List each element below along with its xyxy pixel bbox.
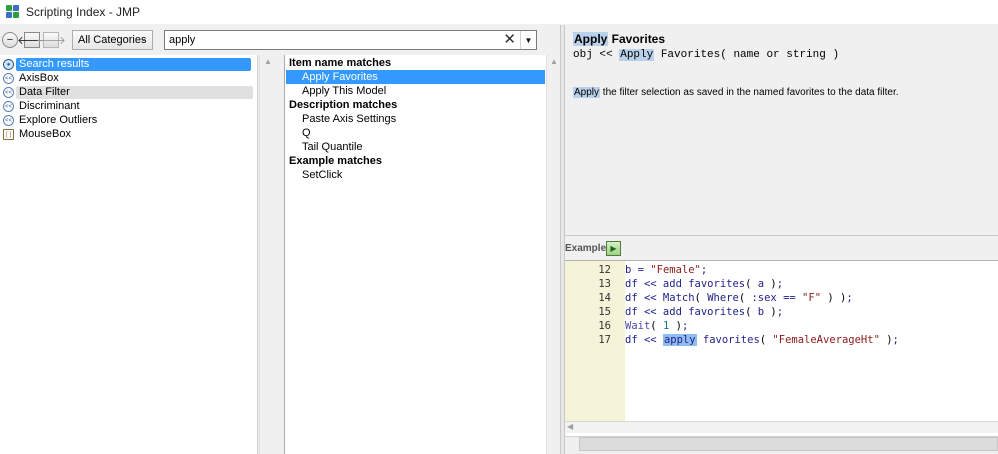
documentation-pane: Apply Favorites obj << Apply Favorites( … [565, 25, 998, 454]
doc-title: Apply Favorites [573, 32, 666, 46]
tree-item-discriminant[interactable]: << Discriminant [3, 100, 83, 113]
search-highlight: Apply [573, 87, 601, 98]
chevron-down-icon: ⌄ [139, 33, 147, 43]
example-matches-header: Example matches [289, 155, 382, 167]
line-number: 12 [598, 264, 611, 276]
output-panel [579, 437, 998, 451]
clear-icon[interactable]: ✕ [503, 31, 516, 49]
category-value: All Categories [78, 34, 147, 46]
tree-item-search-results[interactable]: ● Search results [3, 58, 251, 71]
tree-item-label: Discriminant [19, 100, 80, 112]
arrow-right-icon: 🡒 [36, 35, 66, 47]
line-number: 13 [598, 278, 611, 290]
tree-item-label: Data Filter [16, 86, 253, 99]
code-line: b = "Female"; [625, 264, 708, 276]
search-results-icon: ● [3, 59, 14, 70]
index-lists: ● Search results << AxisBox << Data Filt… [0, 55, 560, 454]
doc-description: Apply the filter selection as saved in t… [573, 87, 899, 98]
tree-item-axisbox[interactable]: << AxisBox [3, 72, 62, 85]
object-icon: << [3, 115, 14, 126]
window-title: Scripting Index - JMP [26, 5, 141, 19]
jmp-app-icon [6, 5, 20, 19]
line-number: 17 [598, 334, 611, 346]
code-line: df << Match( Where( :sex == "F" ) ); [625, 292, 853, 304]
object-icon: << [3, 73, 14, 84]
scroll-left-icon[interactable]: ◀ [567, 422, 573, 431]
run-example-button[interactable]: ▶ [606, 241, 621, 256]
search-highlight: apply [662, 334, 697, 346]
box-icon: [ ] [3, 129, 14, 140]
example-code-editor[interactable]: 12 13 14 15 16 17 b = "Female"; df << ad… [565, 260, 998, 454]
tree-item-data-filter[interactable]: << Data Filter [3, 86, 253, 99]
tree-item-label: MouseBox [19, 128, 71, 140]
doc-syntax: obj << Apply Favorites( name or string ) [573, 49, 840, 61]
category-tree-scrollbar[interactable]: ▲ [259, 55, 275, 454]
category-dropdown[interactable]: All Categories ⌄ [72, 30, 153, 50]
result-item-apply-favorites[interactable]: Apply Favorites [286, 70, 545, 84]
description-matches-header: Description matches [289, 99, 398, 111]
line-number: 16 [598, 320, 611, 332]
object-icon: << [3, 101, 14, 112]
results-list: Item name matches Apply Favorites Apply … [284, 55, 546, 454]
results-scrollbar[interactable]: ▲ [546, 55, 560, 454]
item-matches-header: Item name matches [289, 57, 392, 69]
tree-item-label: Search results [16, 58, 251, 71]
search-value: apply [169, 34, 196, 46]
result-item-tail-quantile[interactable]: Tail Quantile [286, 140, 545, 154]
search-highlight: Apply [573, 32, 609, 46]
code-line: Wait( 1 ); [625, 320, 689, 332]
category-tree: ● Search results << AxisBox << Data Filt… [0, 55, 258, 454]
search-input[interactable]: apply ✕ ▼ [164, 30, 537, 50]
play-icon: ▶ [610, 244, 617, 253]
scroll-up-icon[interactable]: ▲ [550, 57, 558, 66]
search-highlight: Apply [619, 49, 655, 61]
search-history-dropdown[interactable]: ▼ [520, 31, 536, 49]
tree-item-label: Explore Outliers [19, 114, 98, 126]
result-item-paste-axis-settings[interactable]: Paste Axis Settings [286, 112, 545, 126]
result-item-q[interactable]: Q [286, 126, 545, 140]
divider [565, 235, 998, 236]
collapse-button[interactable]: − [2, 32, 18, 48]
code-line: df << add favorites( a ); [625, 278, 784, 290]
example-label: Example [565, 243, 607, 254]
tree-item-explore-outliers[interactable]: << Explore Outliers [3, 114, 100, 127]
scroll-up-icon[interactable]: ▲ [264, 57, 272, 66]
code-horizontal-scrollbar[interactable]: ◀ [565, 421, 998, 433]
result-item-setclick[interactable]: SetClick [286, 168, 545, 182]
minus-icon: − [6, 34, 14, 46]
title-bar: Scripting Index - JMP [0, 0, 998, 25]
result-item-apply-this-model[interactable]: Apply This Model [286, 84, 545, 98]
object-icon: << [3, 87, 14, 98]
tree-item-mousebox[interactable]: [ ] MouseBox [3, 128, 74, 141]
tree-item-label: AxisBox [19, 72, 59, 84]
code-line: df << apply favorites( "FemaleAverageHt"… [625, 334, 899, 346]
line-number: 15 [598, 306, 611, 318]
code-line: df << add favorites( b ); [625, 306, 784, 318]
forward-button[interactable]: 🡒 [36, 32, 66, 48]
output-strip [565, 436, 998, 454]
line-number: 14 [598, 292, 611, 304]
toolbar: − 🡐 🡒 All Categories ⌄ apply ✕ ▼ [0, 25, 560, 55]
